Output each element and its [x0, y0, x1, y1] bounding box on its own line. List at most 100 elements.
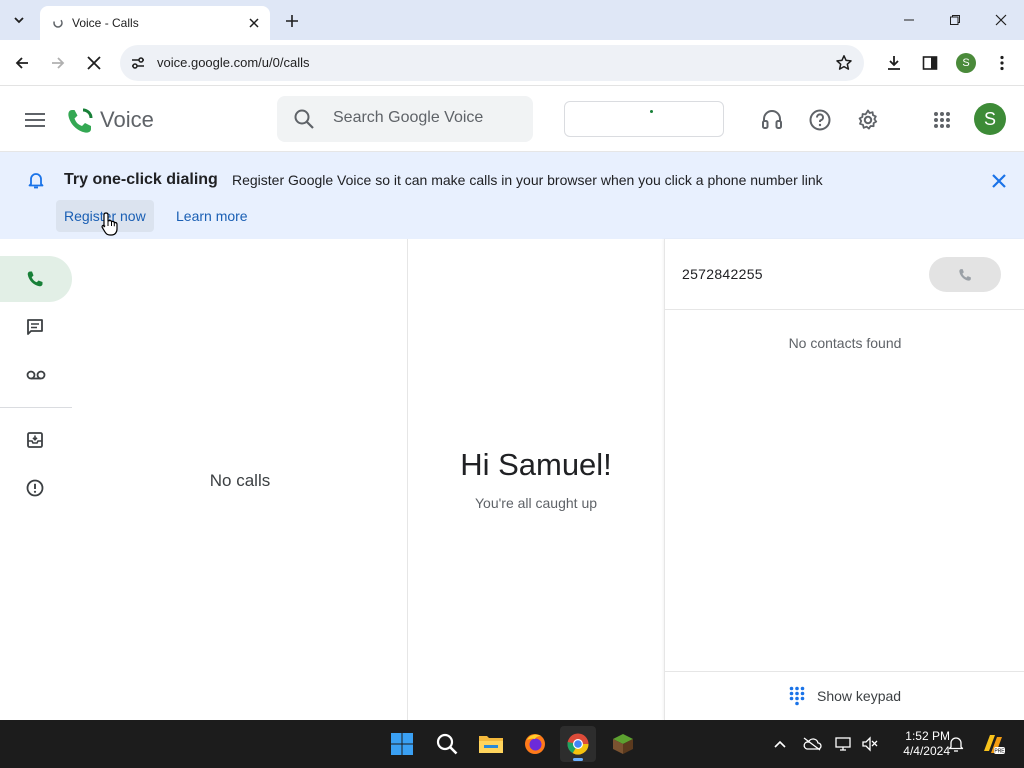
nav-divider — [0, 407, 72, 408]
start-button[interactable] — [384, 726, 420, 762]
dial-number-input[interactable]: 2572842255 — [682, 266, 763, 282]
volume-muted-icon — [862, 736, 878, 752]
more-vert-icon — [1000, 55, 1004, 71]
learn-more-link[interactable]: Learn more — [168, 200, 256, 232]
close-icon — [995, 14, 1007, 26]
bell-icon — [26, 170, 46, 190]
dialer-panel: 2572842255 No contacts found Show keypad — [664, 239, 1024, 720]
volume-tray-icon[interactable] — [860, 734, 880, 754]
plus-icon — [286, 15, 298, 27]
main-menu-button[interactable] — [20, 105, 50, 135]
apps-grid-icon — [934, 112, 950, 128]
nav-item-archive[interactable] — [0, 417, 72, 463]
side-panel-button[interactable] — [916, 49, 944, 77]
onedrive-tray-icon[interactable] — [802, 734, 822, 754]
browser-tab-active[interactable]: Voice - Calls — [40, 6, 270, 40]
back-arrow-icon — [15, 57, 28, 69]
bookmark-star-icon[interactable] — [834, 53, 854, 73]
file-explorer-button[interactable] — [473, 726, 509, 762]
side-panel-icon — [922, 56, 938, 70]
back-button[interactable] — [8, 49, 36, 77]
tab-search-button[interactable] — [6, 8, 32, 32]
chrome-button[interactable] — [560, 726, 596, 762]
help-icon — [809, 109, 831, 131]
notifications-button[interactable] — [946, 734, 966, 754]
phone-icon — [27, 271, 43, 287]
nav-item-calls[interactable] — [0, 256, 72, 302]
dialer-divider — [665, 309, 1024, 310]
network-tray-icon[interactable] — [834, 734, 854, 754]
browser-toolbar: voice.google.com/u/0/calls — [0, 40, 1024, 86]
no-calls-text: No calls — [209, 471, 271, 490]
google-voice-logo-icon[interactable] — [66, 107, 94, 135]
restore-button[interactable] — [932, 0, 978, 40]
active-app-indicator — [573, 758, 583, 761]
detail-pane: Hi Samuel! You're all caught up — [408, 239, 664, 720]
banner-title: Try one-click dialing — [64, 171, 218, 188]
keypad-divider — [665, 671, 1024, 672]
minecraft-icon — [613, 734, 633, 754]
site-settings-icon[interactable] — [128, 53, 148, 73]
archive-icon — [27, 432, 43, 448]
nav-item-messages[interactable] — [0, 304, 72, 350]
copilot-icon[interactable]: PRE — [980, 731, 1006, 757]
gear-icon — [858, 109, 878, 130]
show-hidden-icons-button[interactable] — [770, 734, 790, 754]
restore-icon — [950, 15, 960, 25]
google-apps-button[interactable] — [926, 104, 958, 136]
file-explorer-icon — [479, 736, 503, 753]
firefox-icon — [525, 734, 545, 754]
network-icon — [835, 737, 851, 751]
show-keypad-label: Show keypad — [817, 688, 902, 704]
forward-arrow-icon — [52, 57, 65, 69]
taskbar-search-button[interactable] — [429, 726, 465, 762]
banner-close-icon[interactable] — [988, 170, 1010, 192]
nav-item-voicemail[interactable] — [0, 352, 72, 398]
show-keypad-button[interactable]: Show keypad — [789, 684, 901, 708]
search-input[interactable] — [333, 109, 523, 127]
stop-loading-button[interactable] — [80, 49, 108, 77]
loading-favicon-icon — [50, 15, 66, 31]
search-box[interactable] — [277, 96, 533, 142]
firefox-button[interactable] — [517, 726, 553, 762]
browser-tab-strip: Voice - Calls — [0, 0, 1024, 40]
nav-item-spam[interactable] — [0, 465, 72, 511]
svg-text:PRE: PRE — [994, 749, 1005, 755]
minecraft-button[interactable] — [605, 726, 641, 762]
account-avatar[interactable]: S — [974, 103, 1006, 135]
bell-icon — [948, 737, 964, 752]
loading-indicator — [650, 110, 653, 113]
browser-menu-button[interactable] — [988, 49, 1016, 77]
taskbar-clock[interactable]: 1:52 PM 4/4/2024 — [884, 729, 950, 759]
address-bar[interactable]: voice.google.com/u/0/calls — [120, 45, 864, 81]
close-window-button[interactable] — [978, 0, 1024, 40]
new-tab-button[interactable] — [280, 9, 304, 33]
no-contacts-text: No contacts found — [788, 335, 902, 351]
headset-icon — [762, 110, 782, 129]
calls-list-pane: No calls — [72, 239, 408, 720]
banner-description: Register Google Voice so it can make cal… — [232, 172, 823, 188]
tab-close-icon[interactable] — [244, 13, 264, 33]
minimize-button[interactable] — [886, 0, 932, 40]
tab-title: Voice - Calls — [72, 16, 139, 30]
browser-profile-avatar[interactable]: S — [956, 53, 976, 73]
message-icon — [27, 319, 43, 335]
search-icon — [436, 733, 458, 755]
app-name: Voice — [100, 107, 154, 132]
help-button[interactable] — [804, 104, 836, 136]
account-status-box[interactable] — [564, 101, 724, 137]
settings-button[interactable] — [852, 104, 884, 136]
greeting-heading: Hi Samuel! — [460, 447, 612, 482]
start-icon — [391, 733, 413, 755]
url-text: voice.google.com/u/0/calls — [157, 55, 310, 70]
voicemail-icon — [26, 370, 46, 380]
forward-button[interactable] — [44, 49, 72, 77]
download-icon — [888, 56, 900, 70]
clock-date: 4/4/2024 — [903, 744, 950, 758]
call-button[interactable] — [929, 257, 1001, 292]
spam-icon — [26, 479, 44, 497]
support-button[interactable] — [756, 104, 788, 136]
chevron-up-icon — [774, 740, 786, 748]
downloads-button[interactable] — [880, 49, 908, 77]
chrome-icon — [567, 733, 589, 755]
